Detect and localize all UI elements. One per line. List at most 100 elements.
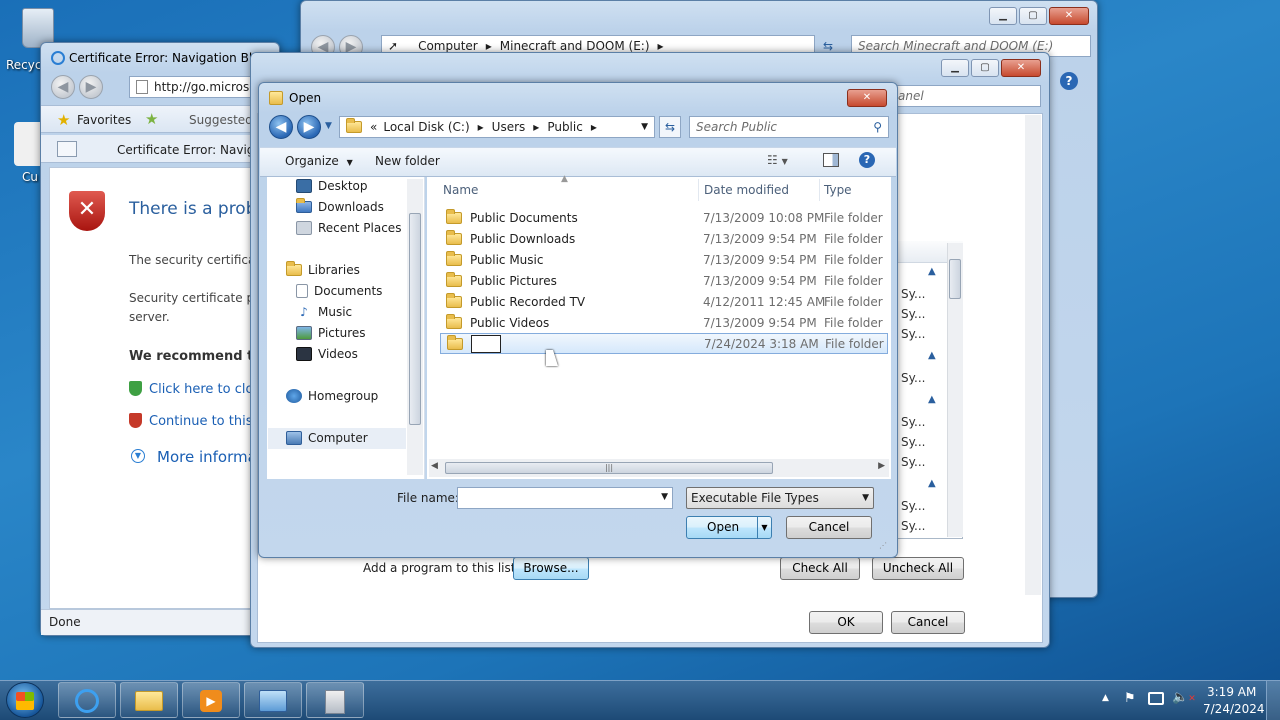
organize-button[interactable]: Organize ▼ (285, 154, 353, 168)
expand-circle-icon[interactable]: ▼ (131, 449, 145, 463)
cp-list-scroll-thumb[interactable] (949, 259, 961, 299)
ie-forward-button[interactable]: ▶ (79, 75, 103, 99)
favorites-button[interactable]: Favorites (77, 113, 131, 127)
file-name-input[interactable]: ▼ (457, 487, 673, 509)
scroll-right-icon[interactable]: ▶ (878, 461, 885, 471)
crumb-users[interactable]: Users (492, 120, 526, 134)
scroll-left-icon[interactable]: ◀ (431, 461, 438, 471)
nav-item-videos[interactable]: Videos (296, 347, 358, 361)
clock-date[interactable]: 7/24/2024 (1203, 702, 1265, 716)
file-row-public-music[interactable]: Public Music 7/13/2009 9:54 PM File fold… (440, 249, 888, 270)
nav-item-documents[interactable]: Documents (296, 284, 382, 298)
list-item[interactable]: Sy... (901, 455, 925, 469)
nav-item-music[interactable]: ♪ Music (296, 305, 352, 319)
nav-item-libraries[interactable]: Libraries (286, 261, 360, 277)
h-scroll-thumb[interactable]: ||| (445, 462, 773, 474)
open-dialog-close-button[interactable]: ✕ (847, 89, 887, 107)
overflow-chevron[interactable]: « (370, 120, 377, 134)
ok-button[interactable]: OK (809, 611, 883, 634)
check-all-button[interactable]: Check All (780, 557, 860, 580)
list-item[interactable]: Sy... (901, 499, 925, 513)
column-divider[interactable] (819, 179, 820, 201)
open-address-bar[interactable]: « Local Disk (C:) ▸ Users ▸ Public ▸ ▼ (339, 116, 655, 138)
help-icon-bg[interactable]: ? (1060, 72, 1078, 90)
file-row-new-folder-rename[interactable]: 7/24/2024 3:18 AM File folder (440, 333, 888, 354)
taskbar-app-button[interactable] (306, 682, 364, 718)
list-item[interactable]: Sy... (901, 519, 925, 533)
nav-item-desktop[interactable]: Desktop (296, 179, 368, 193)
preview-pane-icon[interactable] (823, 153, 839, 167)
quick-tabs-icon[interactable] (57, 141, 77, 157)
column-divider[interactable] (698, 179, 699, 201)
nav-scrollbar[interactable] (407, 179, 423, 475)
cp-cancel-button[interactable]: Cancel (891, 611, 965, 634)
list-item[interactable]: Sy... (901, 287, 925, 301)
open-split-arrow-icon[interactable]: ▼ (757, 517, 771, 538)
list-item[interactable]: Sy... (901, 371, 925, 385)
file-type-select[interactable]: Executable File Types ▼ (686, 487, 874, 509)
file-row-public-pictures[interactable]: Public Pictures 7/13/2009 9:54 PM File f… (440, 270, 888, 291)
column-type-header[interactable]: Type (824, 183, 852, 197)
help-icon[interactable]: ? (859, 152, 875, 168)
file-row-public-downloads[interactable]: Public Downloads 7/13/2009 9:54 PM File … (440, 228, 888, 249)
list-item[interactable]: Sy... (901, 307, 925, 321)
group-collapse-icon[interactable]: ▲ (928, 350, 936, 361)
more-info-link[interactable]: More informa (157, 448, 257, 466)
nav-item-computer[interactable]: Computer (286, 431, 368, 445)
taskbar-control-panel-button[interactable] (244, 682, 302, 718)
group-collapse-icon[interactable]: ▲ (928, 394, 936, 405)
change-view-icon[interactable]: ☷ ▼ (767, 153, 788, 167)
taskbar-ie-button[interactable] (58, 682, 116, 718)
list-item[interactable]: Sy... (901, 415, 925, 429)
add-favorites-icon[interactable]: ★ (145, 110, 158, 128)
ie-back-button[interactable]: ◀ (51, 75, 75, 99)
uncheck-all-button[interactable]: Uncheck All (872, 557, 964, 580)
minimize-button[interactable]: ▁ (989, 7, 1017, 25)
h-scrollbar[interactable]: ◀ ||| ▶ (429, 459, 889, 477)
file-name-dropdown-icon[interactable]: ▼ (661, 492, 668, 502)
back-button[interactable]: ◀ (269, 115, 293, 139)
group-collapse-icon[interactable]: ▲ (928, 478, 936, 489)
ie-tab[interactable]: Certificate Error: Navigati (117, 143, 270, 157)
cp-maximize-button[interactable]: ▢ (971, 59, 999, 77)
close-webpage-link[interactable]: Click here to clos (149, 382, 260, 397)
action-center-flag-icon[interactable]: ⚑ (1124, 691, 1136, 706)
file-row-public-documents[interactable]: Public Documents 7/13/2009 10:08 PM File… (440, 207, 888, 228)
resize-grip-icon[interactable]: ⋰ (879, 541, 887, 550)
search-public-input[interactable]: Search Public ⚲ (689, 116, 889, 138)
address-dropdown-icon[interactable]: ▼ (641, 122, 648, 132)
list-item[interactable]: Sy... (901, 327, 925, 341)
start-button[interactable] (6, 682, 44, 718)
nav-item-recent-places[interactable]: Recent Places (296, 221, 401, 235)
cp-search-input[interactable]: anel (891, 85, 1041, 107)
nav-item-downloads[interactable]: Downloads (296, 198, 384, 214)
forward-button[interactable]: ▶ (297, 115, 321, 139)
crumb-computer[interactable]: Computer (418, 39, 478, 53)
new-folder-button[interactable]: New folder (375, 154, 440, 168)
cancel-button[interactable]: Cancel (786, 516, 872, 539)
nav-item-homegroup[interactable]: Homegroup (286, 389, 378, 403)
column-name-header[interactable]: Name (443, 183, 478, 197)
file-row-public-videos[interactable]: Public Videos 7/13/2009 9:54 PM File fol… (440, 312, 888, 333)
clock-time[interactable]: 3:19 AM (1207, 685, 1256, 699)
recent-pages-dropdown-icon[interactable]: ▼ (325, 121, 332, 131)
show-hidden-icons[interactable]: ▲ (1102, 693, 1109, 703)
crumb-local-disk[interactable]: Local Disk (C:) (383, 120, 469, 134)
browse-button[interactable]: Browse... (513, 557, 589, 580)
rename-input[interactable] (471, 334, 501, 353)
network-icon[interactable] (1148, 692, 1164, 705)
nav-item-pictures[interactable]: Pictures (296, 326, 366, 340)
crumb-drive[interactable]: Minecraft and DOOM (E:) (500, 39, 650, 53)
column-date-header[interactable]: Date modified (704, 183, 789, 197)
crumb-public[interactable]: Public (547, 120, 583, 134)
open-button[interactable]: Open ▼ (686, 516, 772, 539)
explorer-refresh-icon[interactable]: ⇆ (823, 39, 833, 53)
volume-muted-icon[interactable]: 🔈✕ (1172, 690, 1196, 705)
cp-close-button[interactable]: ✕ (1001, 59, 1041, 77)
list-item[interactable]: Sy... (901, 435, 925, 449)
taskbar-media-player-button[interactable]: ▶ (182, 682, 240, 718)
ie-window[interactable]: Certificate Error: Navigation Blocke ◀ ▶… (40, 42, 289, 636)
refresh-icon[interactable]: ⇆ (659, 116, 681, 138)
group-collapse-icon[interactable]: ▲ (928, 266, 936, 277)
cp-right-scrollbar[interactable] (1025, 115, 1041, 595)
